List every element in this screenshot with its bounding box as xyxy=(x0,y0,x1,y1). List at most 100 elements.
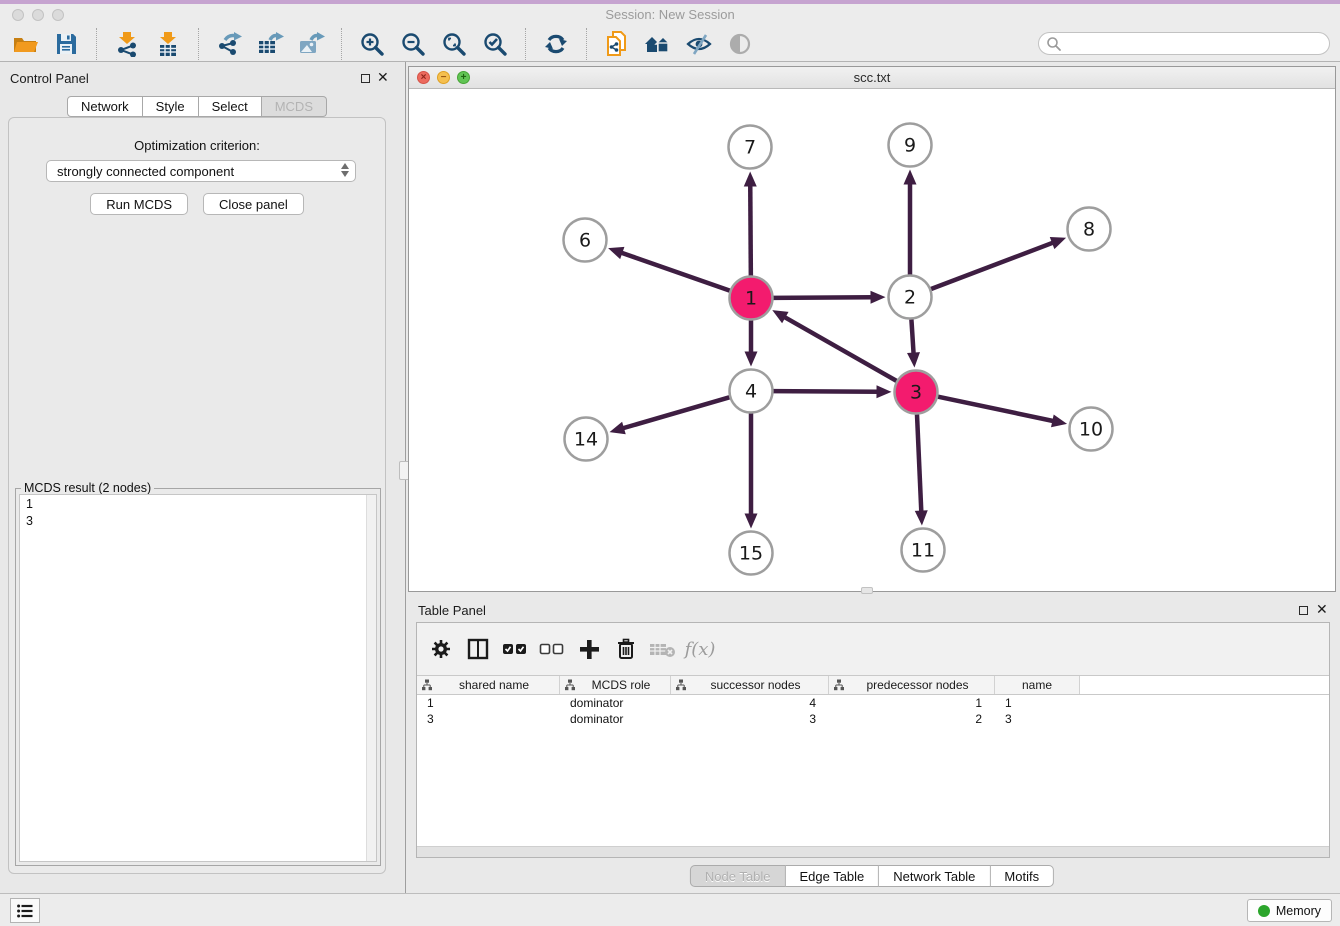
new-network-from-selection-button[interactable] xyxy=(602,29,632,59)
export-image-button[interactable] xyxy=(296,29,326,59)
export-image-icon xyxy=(297,30,325,58)
network-titlebar[interactable]: × − + scc.txt xyxy=(409,67,1335,89)
import-table-button[interactable] xyxy=(153,29,183,59)
svg-text:11: 11 xyxy=(911,540,935,562)
close-panel-icon[interactable]: ✕ xyxy=(377,69,389,86)
select-all-columns-button[interactable] xyxy=(501,635,529,663)
memory-button[interactable]: Memory xyxy=(1247,899,1332,922)
table-settings-button[interactable] xyxy=(427,635,455,663)
network-graph[interactable]: 7 9 6 8 1 2 4 3 14 10 15 11 xyxy=(409,89,1335,591)
table-cell[interactable]: 3 xyxy=(671,711,829,727)
graph-node-2[interactable]: 2 xyxy=(889,276,932,319)
graph-edge-3-10[interactable] xyxy=(938,397,1054,422)
float-panel-icon[interactable] xyxy=(361,74,370,83)
attribute-type-icon xyxy=(675,679,687,691)
graph-node-4[interactable]: 4 xyxy=(730,370,773,413)
table-horizontal-scrollbar[interactable] xyxy=(417,846,1329,857)
column-header-name[interactable]: name xyxy=(995,676,1080,694)
graph-edge-2-3[interactable] xyxy=(911,319,913,354)
tab-mcds[interactable]: MCDS xyxy=(262,96,327,117)
graph-node-1[interactable]: 1 xyxy=(730,277,773,320)
graph-edge-1-7[interactable] xyxy=(750,184,751,275)
zoom-out-button[interactable] xyxy=(398,29,428,59)
table-cell[interactable]: 3 xyxy=(995,711,1080,727)
graph-edge-1-2[interactable] xyxy=(773,297,872,298)
graph-node-9[interactable]: 9 xyxy=(889,124,932,167)
import-network-button[interactable] xyxy=(112,29,142,59)
table-cell[interactable]: dominator xyxy=(560,711,671,727)
graph-edge-2-8[interactable] xyxy=(931,242,1054,289)
open-file-button[interactable] xyxy=(10,29,40,59)
show-columns-button[interactable] xyxy=(464,635,492,663)
horizontal-splitter-handle[interactable] xyxy=(861,587,873,594)
table-row[interactable]: 3dominator323 xyxy=(417,711,1329,727)
tab-network-table[interactable]: Network Table xyxy=(879,865,990,887)
zoom-fit-button[interactable] xyxy=(439,29,469,59)
delete-table-button[interactable] xyxy=(649,635,677,663)
save-session-button[interactable] xyxy=(51,29,81,59)
graph-edge-1-6[interactable] xyxy=(620,252,729,290)
export-table-button[interactable] xyxy=(255,29,285,59)
eye-disabled-icon xyxy=(726,31,754,57)
delete-column-button[interactable] xyxy=(612,635,640,663)
graph-edge-4-14[interactable] xyxy=(622,397,729,428)
column-header-successor-nodes[interactable]: successor nodes xyxy=(671,676,829,694)
tab-select[interactable]: Select xyxy=(199,96,262,117)
graph-edge-3-1[interactable] xyxy=(784,317,897,381)
tab-node-table[interactable]: Node Table xyxy=(690,865,786,887)
control-panel-title: Control Panel xyxy=(10,71,89,86)
unselect-all-columns-button[interactable] xyxy=(538,635,566,663)
show-panels-button[interactable] xyxy=(10,898,40,923)
run-mcds-button[interactable]: Run MCDS xyxy=(90,193,188,215)
table-cell[interactable]: 1 xyxy=(995,695,1080,711)
table-cell[interactable]: 4 xyxy=(671,695,829,711)
delete-table-icon xyxy=(649,638,677,660)
result-scrollbar[interactable] xyxy=(366,495,376,861)
close-table-panel-icon[interactable]: ✕ xyxy=(1316,601,1328,618)
zoom-in-icon xyxy=(359,31,385,57)
graph-node-11[interactable]: 11 xyxy=(902,529,945,572)
table-cell[interactable]: dominator xyxy=(560,695,671,711)
table-cell[interactable]: 3 xyxy=(417,711,560,727)
close-panel-button[interactable]: Close panel xyxy=(203,193,304,215)
table-row[interactable]: 1dominator411 xyxy=(417,695,1329,711)
graph-node-6[interactable]: 6 xyxy=(564,219,607,262)
column-header-MCDS-role[interactable]: MCDS role xyxy=(560,676,671,694)
unchecked-boxes-icon xyxy=(539,637,565,661)
search-input[interactable] xyxy=(1038,32,1330,55)
tab-motifs[interactable]: Motifs xyxy=(990,865,1054,887)
create-column-button[interactable] xyxy=(575,635,603,663)
tab-edge-table[interactable]: Edge Table xyxy=(785,865,879,887)
graph-node-10[interactable]: 10 xyxy=(1070,408,1113,451)
graph-edge-3-11[interactable] xyxy=(917,414,921,512)
graph-edge-4-3[interactable] xyxy=(773,391,878,392)
table-cell[interactable]: 1 xyxy=(829,695,995,711)
status-bar: Memory xyxy=(0,893,1340,926)
refresh-layout-button[interactable] xyxy=(541,29,571,59)
tab-network[interactable]: Network xyxy=(67,96,143,117)
export-network-button[interactable] xyxy=(214,29,244,59)
function-builder-button[interactable]: f(x) xyxy=(686,635,714,663)
zoom-in-button[interactable] xyxy=(357,29,387,59)
graph-edge-arrow xyxy=(745,514,758,529)
float-table-panel-icon[interactable] xyxy=(1299,606,1308,615)
graph-node-14[interactable]: 14 xyxy=(565,418,608,461)
criterion-dropdown[interactable]: strongly connected component xyxy=(46,160,356,182)
mcds-result-box[interactable]: 13 xyxy=(19,494,377,862)
column-header-shared-name[interactable]: shared name xyxy=(417,676,560,694)
table-cell[interactable]: 1 xyxy=(417,695,560,711)
first-neighbors-button[interactable] xyxy=(643,29,673,59)
import-network-icon xyxy=(114,31,140,57)
graph-node-15[interactable]: 15 xyxy=(730,532,773,575)
show-all-button[interactable] xyxy=(725,29,755,59)
graph-node-8[interactable]: 8 xyxy=(1068,208,1111,251)
column-header-predecessor-nodes[interactable]: predecessor nodes xyxy=(829,676,995,694)
graph-node-7[interactable]: 7 xyxy=(729,126,772,169)
network-canvas[interactable]: 7 9 6 8 1 2 4 3 14 10 15 11 xyxy=(409,89,1335,591)
network-title: scc.txt xyxy=(409,70,1335,85)
table-cell[interactable]: 2 xyxy=(829,711,995,727)
hide-selected-button[interactable] xyxy=(684,29,714,59)
tab-style[interactable]: Style xyxy=(143,96,199,117)
graph-node-3[interactable]: 3 xyxy=(895,371,938,414)
zoom-selected-button[interactable] xyxy=(480,29,510,59)
